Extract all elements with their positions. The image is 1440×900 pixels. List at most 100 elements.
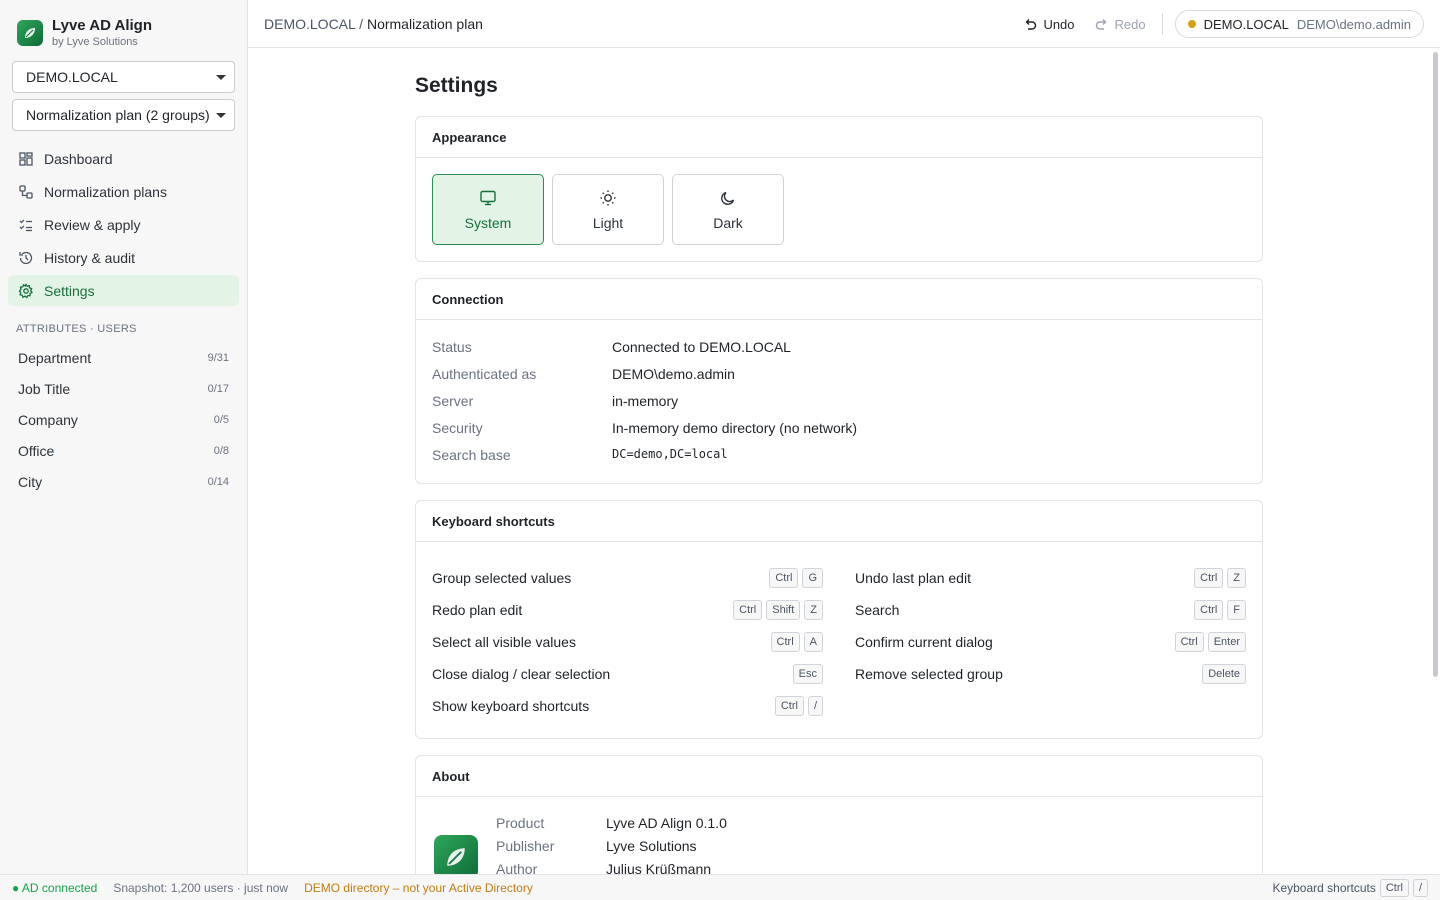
key-cap: Ctrl: [733, 600, 763, 620]
sidebar-item-dashboard[interactable]: Dashboard: [8, 143, 239, 174]
shortcut-row: Show keyboard shortcuts Ctrl /: [432, 690, 823, 722]
attribute-count: 0/8: [213, 444, 229, 457]
shortcut-row: Close dialog / clear selection Esc: [432, 658, 823, 690]
scrollbar[interactable]: [1433, 52, 1438, 677]
theme-options: System Light Dark: [432, 174, 1246, 245]
attribute-item-department[interactable]: Department 9/31: [8, 342, 239, 373]
key-cap: A: [803, 632, 823, 652]
shortcut-row: Group selected values Ctrl G: [432, 562, 823, 594]
appearance-card: Appearance System Light Dark: [415, 116, 1263, 262]
domain-select[interactable]: DEMO.LOCAL: [12, 61, 235, 93]
status-dot-icon: [1187, 20, 1196, 28]
redo-label: Redo: [1114, 16, 1146, 32]
plans-icon: [19, 184, 33, 199]
shortcut-row: Remove selected group Delete: [855, 658, 1246, 690]
plan-select[interactable]: Normalization plan (2 groups): [12, 99, 235, 131]
about-card: About Product Lyve AD Align 0.1.0 Publis…: [415, 755, 1263, 874]
shortcut-column-right: Undo last plan edit Ctrl Z Search Ctrl F C…: [855, 562, 1246, 722]
attribute-item-city[interactable]: City 0/14: [8, 466, 239, 497]
chevron-down-icon: [216, 75, 226, 80]
key-cap: G: [802, 568, 823, 588]
sidebar-nav: Dashboard Normalization plans Review & a…: [8, 143, 239, 308]
detail-key: Author: [496, 861, 538, 874]
shortcut-label: Search: [855, 602, 900, 618]
shortcut-label: Remove selected group: [855, 666, 1003, 682]
key-cap: Ctrl: [1174, 632, 1204, 652]
theme-option-label: System: [464, 214, 512, 231]
breadcrumb: DEMO.LOCAL / Normalization plan: [264, 16, 483, 32]
app-logo: [434, 835, 478, 874]
sidebar-item-settings[interactable]: Settings: [8, 275, 239, 306]
ad-status: ● AD connected: [12, 880, 98, 895]
attribute-label: Company: [18, 411, 78, 428]
attribute-item-company[interactable]: Company 0/5: [8, 404, 239, 435]
brand: Lyve AD Align by Lyve Solutions: [0, 0, 247, 50]
redo-button[interactable]: Redo: [1085, 9, 1156, 39]
shortcut-column-left: Group selected values Ctrl G Redo plan ed…: [432, 562, 823, 722]
chevron-down-icon: [216, 113, 226, 118]
connection-card: Connection Status Connected to DEMO.LOCA…: [415, 278, 1263, 484]
app-subtitle: by Lyve Solutions: [52, 36, 138, 49]
key-cap: Ctrl: [1379, 879, 1409, 897]
attribute-count: 9/31: [207, 351, 229, 364]
breadcrumb-root[interactable]: DEMO.LOCAL: [264, 16, 355, 32]
connection-domain: DEMO.LOCAL: [1203, 16, 1289, 32]
sidebar-item-label: Settings: [44, 282, 95, 299]
detail-key: Product: [496, 815, 545, 831]
attribute-item-job-title[interactable]: Job Title 0/17: [8, 373, 239, 404]
sidebar-item-label: Dashboard: [44, 150, 113, 167]
detail-key: Server: [432, 393, 474, 409]
theme-option-dark[interactable]: Dark: [672, 174, 784, 245]
key-cap: /: [807, 696, 823, 716]
key-cap: Ctrl: [769, 568, 799, 588]
gear-icon: [18, 282, 33, 298]
page-title: Settings: [415, 74, 498, 97]
sidebar-item-label: History & audit: [44, 249, 136, 266]
sun-icon: [600, 190, 616, 205]
key-cap: /: [1412, 879, 1428, 897]
detail-key: Search base: [432, 447, 511, 463]
detail-value: In-memory demo directory (no network): [612, 420, 858, 436]
key-cap: Z: [804, 600, 823, 620]
detail-value: in-memory: [612, 393, 679, 409]
key-cap: Z: [1227, 568, 1246, 588]
redo-icon: [1095, 19, 1107, 30]
shortcut-row: Redo plan edit Ctrl Shift Z: [432, 594, 823, 626]
sidebar-item-review-apply[interactable]: Review & apply: [8, 209, 239, 240]
shortcut-row: Undo last plan edit Ctrl Z: [855, 562, 1246, 594]
shortcut-label: Show keyboard shortcuts: [432, 698, 590, 714]
dashboard-icon: [19, 151, 33, 166]
theme-option-light[interactable]: Light: [552, 174, 664, 245]
attribute-label: City: [18, 473, 43, 490]
detail-value: Lyve Solutions: [606, 838, 697, 854]
card-title: Connection: [416, 279, 1262, 320]
shortcut-label: Redo plan edit: [432, 602, 523, 618]
shortcut-label: Undo last plan edit: [855, 570, 971, 586]
key-cap: Shift: [766, 600, 801, 620]
detail-value: DC=demo,DC=local: [612, 447, 728, 461]
undo-button[interactable]: Undo: [1013, 9, 1084, 39]
sidebar-item-history-audit[interactable]: History & audit: [8, 242, 239, 273]
shortcut-label: Group selected values: [432, 570, 572, 586]
connection-pill[interactable]: DEMO.LOCAL DEMO\demo.admin: [1174, 10, 1424, 38]
snapshot-info: Snapshot: 1,200 users · just now: [113, 880, 289, 895]
key-cap: Ctrl: [1194, 600, 1224, 620]
history-icon: [19, 251, 33, 264]
detail-key: Security: [432, 420, 483, 436]
key-cap: Ctrl: [774, 696, 804, 716]
attribute-item-office[interactable]: Office 0/8: [8, 435, 239, 466]
detail-key: Authenticated as: [432, 366, 537, 382]
detail-value: Julius Krüßmann: [606, 861, 712, 874]
shortcut-label: Close dialog / clear selection: [432, 666, 611, 682]
key-cap: Ctrl: [770, 632, 800, 652]
key-cap: Delete: [1202, 664, 1246, 684]
detail-key: Publisher: [496, 838, 555, 854]
sidebar-item-label: Normalization plans: [44, 183, 167, 200]
key-cap: Esc: [792, 664, 823, 684]
shortcuts-hint[interactable]: Keyboard shortcuts Ctrl /: [1272, 879, 1428, 897]
status-bar: ● AD connected Snapshot: 1,200 users · j…: [0, 874, 1440, 900]
theme-option-label: Light: [592, 214, 624, 231]
sidebar-item-normalization-plans[interactable]: Normalization plans: [8, 176, 239, 207]
theme-option-system[interactable]: System: [432, 174, 544, 245]
attribute-label: Job Title: [18, 380, 71, 397]
